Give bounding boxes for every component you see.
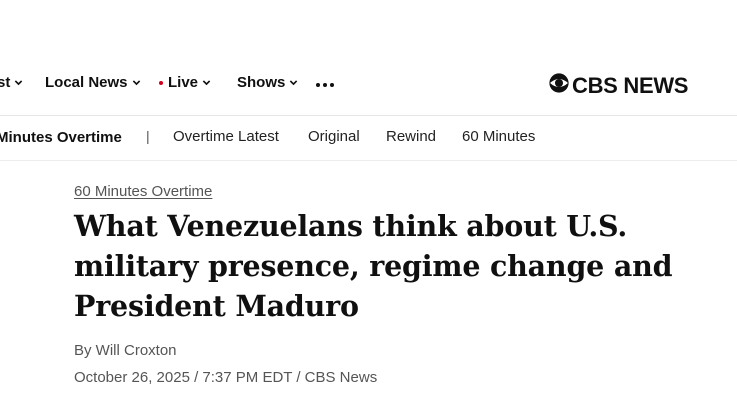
nav-item-shows[interactable]: Shows — [237, 74, 298, 91]
live-indicator-icon — [159, 80, 163, 85]
divider — [0, 115, 737, 116]
chevron-down-icon — [202, 78, 211, 87]
more-menu-icon[interactable] — [316, 83, 334, 87]
article-kicker-link[interactable]: 60 Minutes Overtime — [74, 183, 212, 200]
article-headline: What Venezuelans think about U.S. milita… — [74, 209, 673, 323]
dot — [316, 83, 320, 87]
dot — [330, 83, 334, 87]
section-subnav: Minutes Overtime | Overtime Latest Origi… — [0, 126, 737, 150]
article-dateline: October 26, 2025 / 7:37 PM EDT / CBS New… — [74, 369, 378, 386]
nav-item-live[interactable]: Live — [159, 74, 211, 91]
nav-item-label: Local News — [45, 74, 128, 91]
subnav-separator: | — [146, 128, 150, 144]
byline-author[interactable]: By Will Croxton — [74, 342, 177, 359]
nav-item-label: st — [0, 74, 11, 91]
subnav-item-original[interactable]: Original — [308, 128, 360, 145]
cbs-eye-icon — [548, 72, 570, 99]
chevron-down-icon — [132, 78, 141, 87]
nav-item-label: Live — [168, 74, 199, 91]
chevron-down-icon — [14, 78, 23, 87]
dot — [323, 83, 327, 87]
subnav-item-rewind[interactable]: Rewind — [386, 128, 436, 145]
nav-item-partial[interactable]: st — [0, 74, 23, 91]
logo-wordmark: CBS NEWS — [572, 72, 689, 98]
nav-item-label: Shows — [237, 74, 286, 91]
chevron-down-icon — [289, 78, 298, 87]
subnav-item-overtime-latest[interactable]: Overtime Latest — [173, 128, 279, 145]
subnav-item-60-minutes[interactable]: 60 Minutes — [462, 128, 535, 145]
divider — [0, 160, 737, 161]
cbs-news-logo[interactable]: CBS NEWS — [548, 72, 688, 99]
subnav-current-section[interactable]: Minutes Overtime — [0, 129, 122, 146]
article-byline: By Will Croxton — [74, 342, 177, 359]
nav-item-local-news[interactable]: Local News — [45, 74, 141, 91]
